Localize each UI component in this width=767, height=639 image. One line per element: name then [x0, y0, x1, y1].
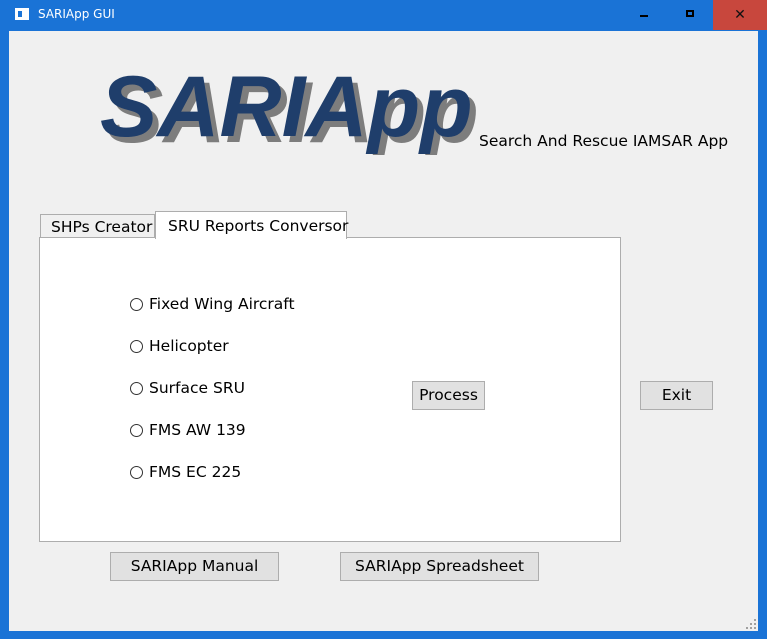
close-button[interactable]: ✕ [713, 0, 767, 30]
app-subtitle: Search And Rescue IAMSAR App [479, 132, 729, 150]
close-icon: ✕ [734, 7, 746, 23]
window-client-area: SARIApp SARIApp Search And Rescue IAMSAR… [9, 31, 758, 631]
radio-button-circle[interactable] [130, 298, 143, 311]
window-title: SARIApp GUI [38, 7, 115, 21]
sariapp-manual-button[interactable]: SARIApp Manual [110, 552, 279, 581]
minimize-icon [640, 15, 648, 17]
radio-label: FMS EC 225 [149, 463, 242, 481]
process-button[interactable]: Process [412, 381, 485, 410]
radio-button-circle[interactable] [130, 340, 143, 353]
minimize-button[interactable] [621, 0, 667, 30]
sru-reports-panel: Fixed Wing Aircraft Helicopter Surface S… [39, 237, 621, 542]
radio-label: Fixed Wing Aircraft [149, 295, 295, 313]
logo-text: SARIApp [100, 59, 473, 155]
resize-grip-icon[interactable] [746, 619, 756, 629]
tab-sru-reports-conversor[interactable]: SRU Reports Conversor [155, 211, 348, 239]
maximize-button[interactable] [667, 0, 713, 30]
radio-label: Surface SRU [149, 379, 245, 397]
maximize-icon [686, 10, 694, 17]
radio-label: FMS AW 139 [149, 421, 246, 439]
title-bar[interactable]: SARIApp GUI ✕ [0, 0, 767, 31]
radio-button-circle[interactable] [130, 424, 143, 437]
app-window: SARIApp GUI ✕ SARIApp SARIApp Search And… [0, 0, 767, 639]
radio-button-circle[interactable] [130, 382, 143, 395]
exit-button[interactable]: Exit [640, 381, 713, 410]
sariapp-logo: SARIApp SARIApp [100, 59, 479, 155]
sariapp-spreadsheet-button[interactable]: SARIApp Spreadsheet [340, 552, 539, 581]
radio-label: Helicopter [149, 337, 229, 355]
app-window-icon [15, 8, 29, 20]
tab-shps-creator[interactable]: SHPs Creator [40, 214, 155, 238]
radio-button-circle[interactable] [130, 466, 143, 479]
